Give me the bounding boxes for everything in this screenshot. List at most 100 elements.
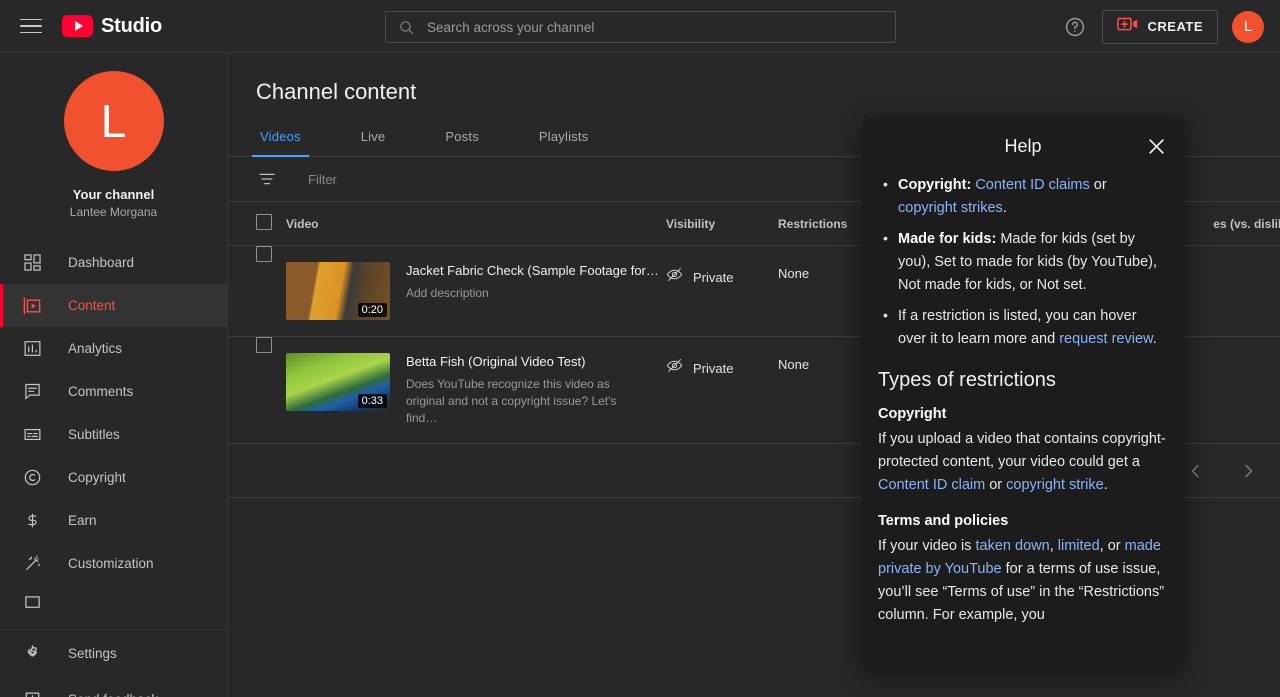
help-panel-title: Help [1004,135,1042,156]
video-title[interactable]: Jacket Fabric Check (Sample Footage for… [406,262,659,280]
sidebar-item-subtitles[interactable]: Subtitles [0,413,227,456]
help-text-run: , [1049,538,1058,554]
help-panel: Help Copyright: Content ID claims or cop… [862,118,1184,670]
row-visibility-cell: Private [666,336,778,444]
search-input[interactable] [427,19,895,35]
header-video[interactable]: Video [286,202,666,246]
sidebar-item-content[interactable]: Content [0,284,227,327]
sidebar-item-label: Comments [68,384,134,399]
channel-label: Your channel [72,187,155,202]
select-all-checkbox[interactable] [256,214,272,230]
help-text-run: If your video is [878,538,976,554]
sidebar-nav: Dashboard Content Analytics Comments Sub… [0,241,227,621]
sidebar-item-copyright[interactable]: Copyright [0,456,227,499]
help-bullet-copyright: Copyright: Content ID claims or copyrigh… [878,174,1168,220]
copyright-c-icon [20,466,44,490]
help-panel-header: Help [862,118,1184,174]
chevron-right-icon[interactable] [1240,463,1256,479]
video-thumbnail[interactable]: 0:20 [286,262,390,320]
sidebar-item-label: Dashboard [68,255,135,270]
help-link[interactable]: copyright strike [1006,477,1104,493]
help-inline-terms: If your video is taken down, limited, or… [878,538,1164,623]
help-link[interactable]: Content ID claim [878,477,985,493]
create-button-label: CREATE [1147,19,1203,34]
help-bullet-lead: Copyright: [898,177,972,193]
studio-brand[interactable]: Studio [62,15,162,38]
row-checkbox[interactable] [256,246,272,262]
help-link[interactable]: limited [1058,538,1100,554]
tab-live[interactable]: Live [357,129,390,156]
sidebar-bottom-nav: Settings Send feedback [0,630,227,697]
sidebar-item-earn[interactable]: Earn [0,499,227,542]
help-bullet-list: Copyright: Content ID claims or copyrigh… [878,174,1168,351]
question-mark-circle-icon[interactable] [1062,14,1088,40]
page-title: Channel content [256,79,417,104]
sidebar-item-settings[interactable]: Settings [0,630,227,676]
header-visibility[interactable]: Visibility [666,202,778,246]
video-description[interactable]: Does YouTube recognize this video as ori… [406,376,636,427]
chevron-left-icon[interactable] [1188,463,1204,479]
help-terms-heading: Terms and policies [878,513,1009,529]
help-text-run: . [1152,331,1157,347]
help-link[interactable]: request review [1059,331,1153,347]
magic-wand-icon [20,552,44,576]
close-x-icon[interactable] [1142,132,1170,160]
help-text-run: or [1089,177,1107,193]
help-text-run: . [1002,200,1007,216]
sidebar-item-label: Content [68,298,116,313]
video-description[interactable]: Add description [406,285,659,302]
row-video-cell: 0:20 Jacket Fabric Check (Sample Footage… [286,245,666,337]
help-bullet-restriction-hover: If a restriction is listed, you can hove… [878,304,1168,351]
sidebar-item-analytics[interactable]: Analytics [0,327,227,370]
search-bar[interactable] [385,11,896,43]
help-link[interactable]: taken down [976,538,1050,554]
eye-slash-icon [666,266,683,288]
row-select-cell [228,245,286,337]
help-link[interactable]: copyright strikes [898,200,1003,216]
sidebar-item-dashboard[interactable]: Dashboard [0,241,227,284]
filter-icon[interactable] [256,168,278,190]
help-text-run: If you upload a video that contains copy… [878,431,1166,470]
comment-bubble-icon [20,380,44,404]
video-duration: 0:33 [357,394,387,408]
video-thumbnail[interactable]: 0:33 [286,353,390,411]
channel-block: L Your channel Lantee Morgana [0,53,227,219]
row-video-cell: 0:33 Betta Fish (Original Video Test) Do… [286,336,666,444]
help-bullet-made-for-kids: Made for kids: Made for kids (set by you… [878,227,1168,297]
sidebar-item-customization[interactable]: Customization [0,542,227,585]
video-duration: 0:20 [357,303,387,317]
create-button[interactable]: CREATE [1101,9,1218,44]
channel-avatar[interactable]: L [63,71,164,171]
feedback-flag-icon [20,687,44,697]
help-link[interactable]: Content ID claims [975,177,1089,193]
tab-videos[interactable]: Videos [252,129,309,157]
video-title[interactable]: Betta Fish (Original Video Test) [406,353,636,371]
channel-name: Lantee Morgana [69,205,158,219]
hamburger-icon[interactable] [20,14,44,38]
brand-label: Studio [101,14,163,37]
visibility-value: Private [693,360,734,376]
top-bar-actions: CREATE L [1062,0,1264,53]
sidebar-item-comments[interactable]: Comments [0,370,227,413]
help-terms-paragraph: If your video is taken down, limited, or… [878,535,1168,627]
row-checkbox[interactable] [256,337,272,353]
tab-posts[interactable]: Posts [441,129,483,156]
help-panel-body: Copyright: Content ID claims or copyrigh… [862,174,1184,670]
youtube-logo-icon [62,15,93,37]
header-likes[interactable]: es (vs. dislikes) [1194,202,1280,246]
sidebar-item-label: Earn [68,513,97,528]
help-bullet-lead: Made for kids: [898,231,997,247]
help-copyright-heading: Copyright [878,406,947,422]
help-text-run: or [985,477,1007,493]
avatar[interactable]: L [1232,10,1264,43]
sidebar-item-label: Settings [68,645,117,661]
select-all-header [228,202,286,246]
sidebar-item-send-feedback[interactable]: Send feedback [0,676,227,697]
tab-playlists[interactable]: Playlists [535,129,592,156]
row-visibility-cell: Private [666,245,778,337]
sidebar-item-partial[interactable] [0,585,227,621]
filter-input[interactable] [308,171,608,187]
dollar-sign-icon [20,509,44,533]
dashboard-grid-icon [20,251,44,275]
search-icon [398,19,415,36]
